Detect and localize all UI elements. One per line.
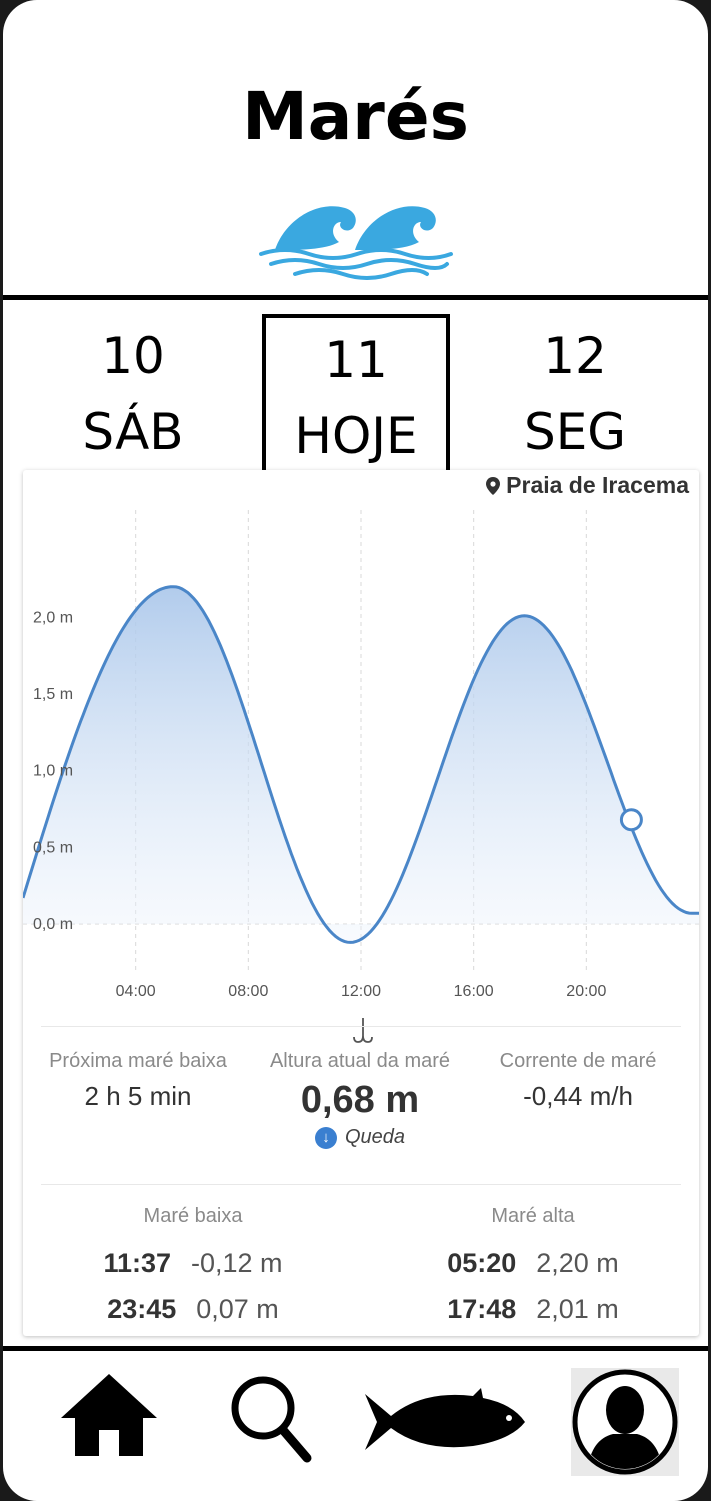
x-tick-label: 08:00 xyxy=(228,983,268,1000)
current-tide-height: Altura atual da maré 0,68 m ↓ Queda xyxy=(245,1050,475,1149)
nav-search[interactable] xyxy=(225,1370,315,1471)
tide-chart: 04:00 08:00 12:00 16:00 20:00 2,0 m 1,5 m 1,0 m… xyxy=(23,510,699,1000)
stat-label: Corrente de maré xyxy=(499,1050,657,1072)
current-tide-marker[interactable] xyxy=(619,808,643,832)
day-tab-10[interactable]: 10 SÁB xyxy=(43,318,223,470)
low-tide-heading: Maré baixa xyxy=(143,1205,243,1227)
tide-height: 2,01 m xyxy=(536,1294,619,1324)
page-title: Marés xyxy=(242,78,469,155)
high-tide-heading: Maré alta xyxy=(491,1205,575,1227)
profile-avatar-icon xyxy=(571,1368,679,1476)
nav-profile[interactable] xyxy=(571,1368,679,1481)
card-divider xyxy=(41,1184,681,1185)
map-pin-icon xyxy=(486,476,501,495)
header-divider xyxy=(3,295,708,300)
stat-value: -0,44 m/h xyxy=(523,1081,633,1111)
location-name: Praia de Iracema xyxy=(506,472,689,498)
tide-time: 05:20 xyxy=(447,1248,517,1278)
stat-value: 0,68 m xyxy=(300,1079,420,1121)
location-label[interactable]: Praia de Iracema xyxy=(486,470,689,501)
tide-height: -0,12 m xyxy=(191,1248,283,1278)
stat-label: Altura atual da maré xyxy=(269,1050,451,1072)
tide-row: 23:45 0,07 m xyxy=(43,1286,343,1332)
nav-divider xyxy=(3,1346,708,1351)
day-tab-12[interactable]: 12 SEG xyxy=(485,318,665,470)
app-screen: Marés 10 SÁB 11 HOJE 12 SEG Praia de Ira… xyxy=(3,0,708,1501)
next-low-tide: Próxima maré baixa 2 h 5 min xyxy=(23,1050,253,1112)
day-number: 11 xyxy=(324,331,388,389)
day-label: HOJE xyxy=(294,407,418,465)
nav-fish[interactable] xyxy=(363,1386,527,1461)
tide-row: 11:37 -0,12 m xyxy=(43,1240,343,1286)
arrow-down-icon: ↓ xyxy=(314,1126,337,1149)
day-number: 10 xyxy=(101,327,165,385)
nav-home[interactable] xyxy=(59,1370,159,1465)
y-tick-label: 1,5 m xyxy=(33,686,73,703)
day-label: SÁB xyxy=(82,403,184,461)
trend-indicator: ↓ Queda xyxy=(245,1126,475,1149)
tide-current: Corrente de maré -0,44 m/h xyxy=(463,1050,693,1112)
day-label: SEG xyxy=(523,403,627,461)
x-tick-label: 04:00 xyxy=(116,983,156,1000)
y-tick-label: 2,0 m xyxy=(33,609,73,626)
waves-icon xyxy=(259,206,453,280)
x-tick-label: 16:00 xyxy=(454,983,494,1000)
tide-height: 2,20 m xyxy=(536,1248,619,1278)
fish-icon xyxy=(365,1388,525,1450)
x-tick-label: 20:00 xyxy=(566,983,606,1000)
high-tide-list: Maré alta 05:20 2,20 m 17:48 2,01 m xyxy=(383,1205,683,1332)
bottom-nav xyxy=(3,1360,708,1485)
tide-row: 17:48 2,01 m xyxy=(383,1286,683,1332)
y-tick-label: 0,0 m xyxy=(33,916,73,933)
tide-height: 0,07 m xyxy=(196,1294,279,1324)
tide-time: 11:37 xyxy=(103,1248,172,1278)
tide-card: Praia de Iracema 04:00 08:00 12:00 16:00 20:… xyxy=(23,470,699,1336)
home-icon xyxy=(61,1374,157,1456)
y-tick-label: 1,0 m xyxy=(33,763,73,780)
tide-time: 23:45 xyxy=(107,1294,177,1324)
tide-row: 05:20 2,20 m xyxy=(383,1240,683,1286)
hook-icon xyxy=(353,1018,373,1043)
y-tick-label: 0,5 m xyxy=(33,839,73,856)
low-tide-list: Maré baixa 11:37 -0,12 m 23:45 0,07 m xyxy=(43,1205,343,1332)
x-tick-label: 12:00 xyxy=(341,983,381,1000)
trend-label: Queda xyxy=(344,1126,406,1148)
stat-value: 2 h 5 min xyxy=(84,1081,192,1111)
card-divider xyxy=(41,1026,681,1027)
stat-label: Próxima maré baixa xyxy=(49,1050,227,1072)
search-icon xyxy=(231,1376,312,1463)
day-number: 12 xyxy=(543,327,607,385)
tide-time: 17:48 xyxy=(447,1294,517,1324)
